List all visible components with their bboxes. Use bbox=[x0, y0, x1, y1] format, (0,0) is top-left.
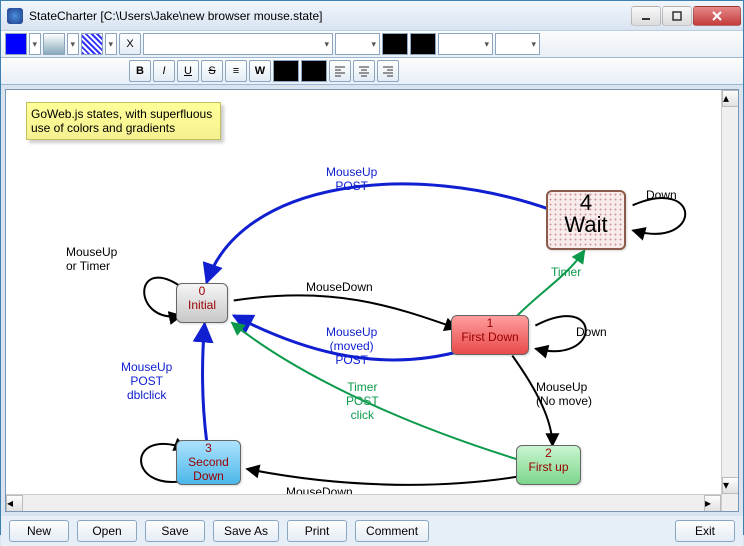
bottom-bar: New Open Save Save As Print Comment Exit bbox=[1, 516, 743, 546]
text-color-2[interactable] bbox=[410, 33, 436, 55]
saveas-button[interactable]: Save As bbox=[213, 520, 279, 542]
toolbar-row-1: X bbox=[1, 31, 743, 58]
state-num: 4 bbox=[548, 192, 624, 214]
align-right-button[interactable] bbox=[377, 60, 399, 82]
italic-button[interactable]: I bbox=[153, 60, 175, 82]
state-label: Second Down bbox=[177, 455, 240, 483]
underline-button[interactable]: U bbox=[177, 60, 199, 82]
state-label: First Down bbox=[452, 330, 528, 344]
scroll-up-button[interactable]: ▴ bbox=[722, 90, 739, 107]
scroll-left-button[interactable]: ◂ bbox=[6, 495, 23, 512]
align-left-button[interactable] bbox=[329, 60, 351, 82]
state-label: First up bbox=[517, 460, 580, 474]
strike-button[interactable]: S bbox=[201, 60, 223, 82]
app-icon bbox=[7, 8, 23, 24]
align-center-button[interactable] bbox=[353, 60, 375, 82]
print-button[interactable]: Print bbox=[287, 520, 347, 542]
fg-swatch[interactable] bbox=[273, 60, 299, 82]
bg-swatch[interactable] bbox=[301, 60, 327, 82]
font-size-combo[interactable] bbox=[335, 33, 380, 55]
state-num: 1 bbox=[452, 316, 528, 330]
edge-label: MouseUp POST bbox=[326, 165, 377, 193]
text-color-1[interactable] bbox=[382, 33, 408, 55]
edge-label: MouseUp or Timer bbox=[66, 245, 117, 273]
combo-b[interactable] bbox=[495, 33, 540, 55]
comment-button[interactable]: Comment bbox=[355, 520, 429, 542]
title-bar: StateCharter [C:\Users\Jake\new browser … bbox=[1, 1, 743, 31]
edge-label: Down bbox=[646, 188, 677, 202]
open-button[interactable]: Open bbox=[77, 520, 137, 542]
new-button[interactable]: New bbox=[9, 520, 69, 542]
font-family-combo[interactable] bbox=[143, 33, 333, 55]
pattern-swatch[interactable] bbox=[81, 33, 103, 55]
gradient-swatch[interactable] bbox=[43, 33, 65, 55]
state-wait[interactable]: 4 Wait bbox=[546, 190, 626, 250]
w-button[interactable]: W bbox=[249, 60, 271, 82]
clear-button[interactable]: X bbox=[119, 33, 141, 55]
edge-label: MouseUp (No move) bbox=[536, 380, 592, 408]
pattern-dropdown[interactable] bbox=[105, 33, 117, 55]
state-label: Initial bbox=[177, 298, 227, 312]
state-first-down[interactable]: 1 First Down bbox=[451, 315, 529, 355]
close-button[interactable] bbox=[693, 6, 741, 26]
edge-label: Down bbox=[576, 325, 607, 339]
fill-color-dropdown[interactable] bbox=[29, 33, 41, 55]
scroll-right-button[interactable]: ▸ bbox=[704, 495, 721, 512]
diagram-canvas[interactable]: GoWeb.js states, with superfluous use of… bbox=[5, 89, 739, 512]
state-num: 3 bbox=[177, 441, 240, 455]
maximize-button[interactable] bbox=[662, 6, 692, 26]
state-label: Wait bbox=[548, 214, 624, 236]
edge-label: MouseUp (moved) POST bbox=[326, 325, 377, 367]
edge-label: Timer POST click bbox=[346, 380, 379, 422]
gradient-dropdown[interactable] bbox=[67, 33, 79, 55]
minimize-button[interactable] bbox=[631, 6, 661, 26]
bold-button[interactable]: B bbox=[129, 60, 151, 82]
vertical-scrollbar[interactable]: ▴ ▾ bbox=[721, 90, 738, 511]
scroll-down-button[interactable]: ▾ bbox=[722, 477, 739, 494]
state-num: 0 bbox=[177, 284, 227, 298]
state-num: 2 bbox=[517, 446, 580, 460]
state-second-down[interactable]: 3 Second Down bbox=[176, 440, 241, 485]
edge-label: MouseUp POST dblclick bbox=[121, 360, 172, 402]
state-initial[interactable]: 0 Initial bbox=[176, 283, 228, 323]
exit-button[interactable]: Exit bbox=[675, 520, 735, 542]
edge-label: MouseDown bbox=[306, 280, 373, 294]
state-first-up[interactable]: 2 First up bbox=[516, 445, 581, 485]
edge-label: Timer bbox=[551, 265, 581, 279]
sticky-note[interactable]: GoWeb.js states, with superfluous use of… bbox=[26, 102, 221, 140]
toolbar-row-2: B I U S ≡ W bbox=[1, 58, 743, 85]
outline-button[interactable]: ≡ bbox=[225, 60, 247, 82]
edges-layer bbox=[6, 90, 738, 511]
fill-color-swatch[interactable] bbox=[5, 33, 27, 55]
window-title: StateCharter [C:\Users\Jake\new browser … bbox=[29, 9, 630, 23]
save-button[interactable]: Save bbox=[145, 520, 205, 542]
horizontal-scrollbar[interactable]: ◂ ▸ bbox=[6, 494, 721, 511]
combo-a[interactable] bbox=[438, 33, 493, 55]
